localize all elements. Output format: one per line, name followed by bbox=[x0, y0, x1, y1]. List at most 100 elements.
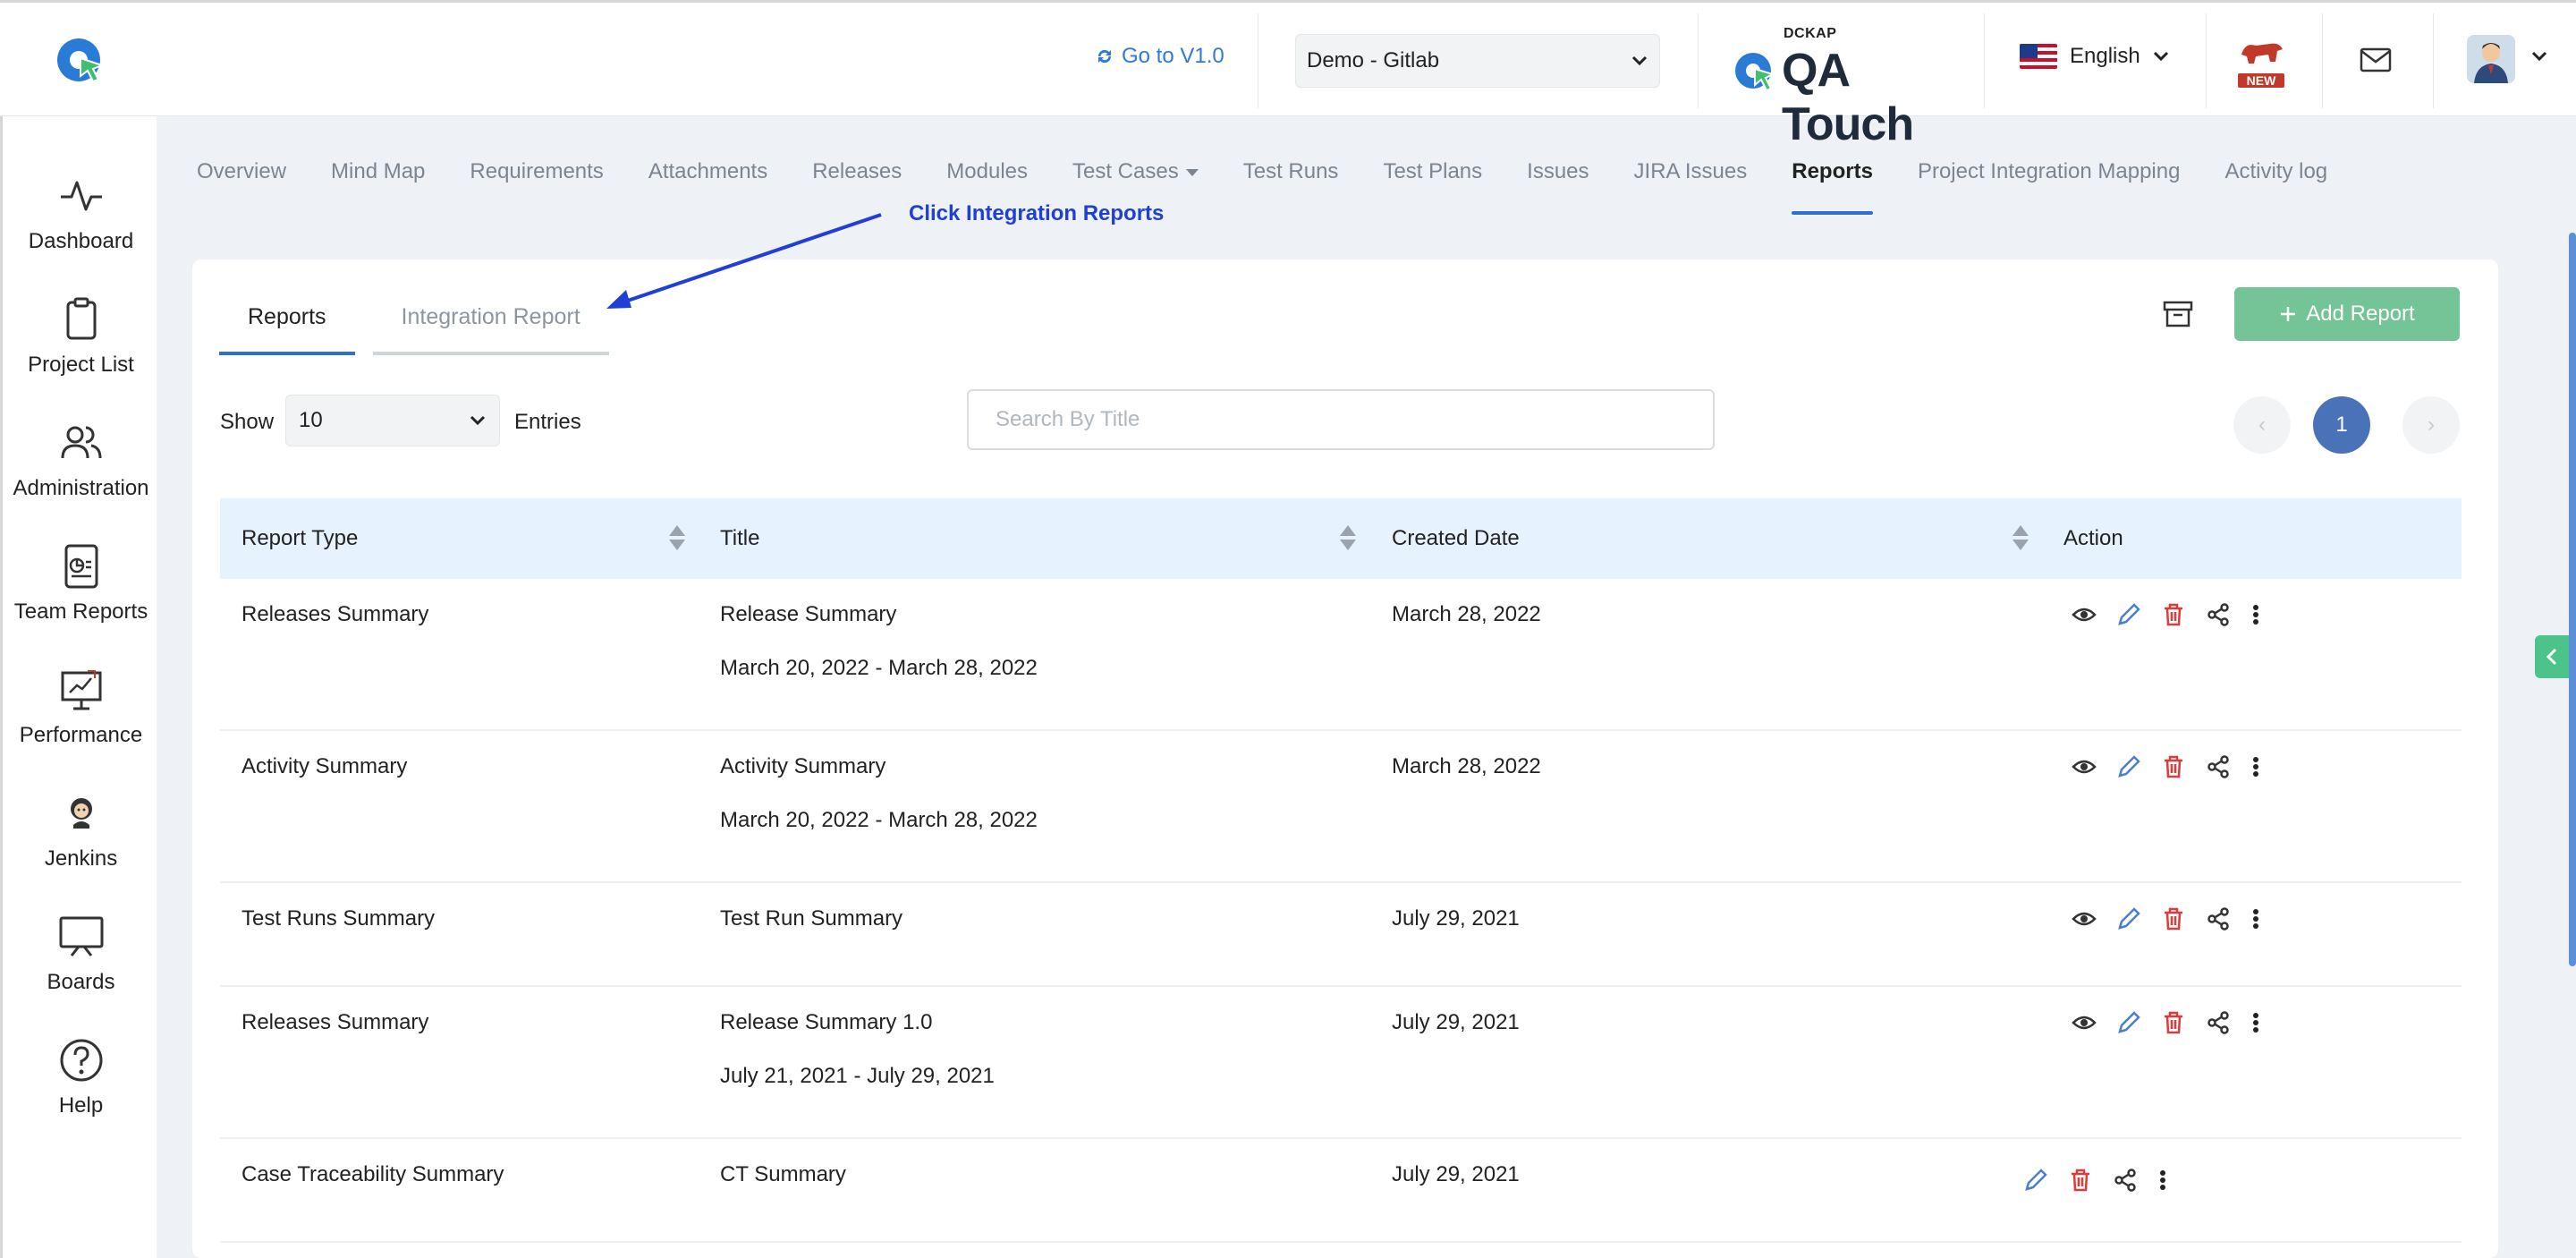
brand-mark-icon bbox=[1735, 53, 1775, 92]
tab-project-integration-mapping[interactable]: Project Integration Mapping bbox=[1918, 159, 2181, 199]
project-select-value: Demo - Gitlab bbox=[1307, 48, 1440, 72]
sort-icon[interactable] bbox=[1340, 525, 1356, 552]
whats-new-badge[interactable]: NEW bbox=[2238, 38, 2284, 88]
entries-select[interactable]: 10 bbox=[285, 395, 500, 446]
divider bbox=[2206, 13, 2207, 108]
mail-icon[interactable] bbox=[2360, 47, 2392, 72]
cell-report-type: Releases Summary bbox=[242, 1010, 429, 1034]
users-icon bbox=[61, 426, 101, 459]
divider bbox=[2322, 13, 2323, 108]
pagination-prev-button[interactable]: ‹ bbox=[2233, 396, 2291, 454]
goto-v1-link[interactable]: Go to V1.0 bbox=[1095, 44, 1224, 69]
archive-icon[interactable] bbox=[2160, 295, 2196, 331]
pagination-page-current[interactable]: 1 bbox=[2313, 396, 2370, 454]
tab-modules[interactable]: Modules bbox=[946, 159, 1028, 199]
cell-title[interactable]: Release Summary 1.0 bbox=[720, 996, 932, 1050]
edit-icon[interactable] bbox=[2116, 754, 2141, 779]
tab-attachments[interactable]: Attachments bbox=[648, 159, 767, 199]
language-select[interactable]: English bbox=[2020, 44, 2169, 69]
tab-overview[interactable]: Overview bbox=[197, 159, 286, 199]
qatouch-logo[interactable] bbox=[54, 33, 107, 87]
more-options-icon[interactable] bbox=[2157, 1168, 2168, 1193]
us-flag-icon bbox=[2020, 44, 2057, 69]
user-avatar[interactable] bbox=[2467, 35, 2515, 83]
subtab-reports[interactable]: Reports bbox=[219, 304, 355, 355]
cell-title[interactable]: Test Run Summary bbox=[720, 892, 902, 946]
chevron-down-icon bbox=[2153, 51, 2168, 62]
plus-icon bbox=[2281, 307, 2296, 321]
sidebar-item-dashboard[interactable]: Dashboard bbox=[3, 172, 159, 254]
sidebar-item-jenkins[interactable]: Jenkins bbox=[3, 789, 159, 871]
sidebar-item-label: Performance bbox=[19, 723, 143, 747]
view-icon[interactable] bbox=[2072, 602, 2097, 627]
tab-test-runs[interactable]: Test Runs bbox=[1243, 159, 1339, 199]
new-badge-text: NEW bbox=[2238, 73, 2284, 88]
more-options-icon[interactable] bbox=[2250, 1010, 2261, 1035]
cell-title[interactable]: Activity Summary bbox=[720, 740, 886, 794]
view-icon[interactable] bbox=[2072, 906, 2097, 931]
cell-title[interactable]: CT Summary bbox=[720, 1148, 846, 1202]
row-actions bbox=[2023, 1168, 2168, 1193]
brand-name: QA Touch bbox=[1782, 45, 1914, 150]
delete-icon[interactable] bbox=[2161, 754, 2186, 779]
sort-icon[interactable] bbox=[2012, 525, 2029, 552]
delete-icon[interactable] bbox=[2161, 906, 2186, 931]
edit-icon[interactable] bbox=[2116, 1010, 2141, 1035]
share-icon[interactable] bbox=[2113, 1168, 2138, 1193]
sidebar-item-performance[interactable]: Performance bbox=[3, 666, 159, 748]
cell-created-date: July 29, 2021 bbox=[1392, 1162, 1520, 1186]
more-options-icon[interactable] bbox=[2250, 906, 2261, 931]
user-photo-icon bbox=[2467, 35, 2515, 83]
project-select[interactable]: Demo - Gitlab bbox=[1295, 34, 1660, 88]
scrollbar[interactable] bbox=[2569, 233, 2576, 966]
tab-releases[interactable]: Releases bbox=[812, 159, 902, 199]
view-icon[interactable] bbox=[2072, 754, 2097, 779]
chevron-down-icon[interactable] bbox=[2531, 51, 2547, 62]
add-report-button[interactable]: Add Report bbox=[2234, 287, 2460, 341]
sidebar-item-administration[interactable]: Administration bbox=[3, 419, 159, 501]
view-icon[interactable] bbox=[2072, 1010, 2097, 1035]
language-label: English bbox=[2070, 44, 2140, 68]
share-icon[interactable] bbox=[2206, 906, 2231, 931]
jenkins-icon bbox=[70, 798, 92, 829]
collapse-panel-button[interactable] bbox=[2535, 635, 2569, 678]
share-icon[interactable] bbox=[2206, 754, 2231, 779]
tab-test-cases[interactable]: Test Cases bbox=[1072, 159, 1199, 199]
cell-report-type: Test Runs Summary bbox=[242, 906, 436, 931]
tab-activity-log[interactable]: Activity log bbox=[2224, 159, 2327, 199]
delete-icon[interactable] bbox=[2161, 1010, 2186, 1035]
share-icon[interactable] bbox=[2206, 602, 2231, 627]
sidebar-item-label: Help bbox=[58, 1093, 104, 1118]
column-header-created-date: Created Date bbox=[1392, 526, 1520, 550]
sort-icon[interactable] bbox=[669, 525, 685, 552]
table-row: Activity Summary Activity Summary March … bbox=[220, 731, 2462, 883]
more-options-icon[interactable] bbox=[2250, 754, 2261, 779]
entries-label: Entries bbox=[514, 410, 581, 434]
edit-icon[interactable] bbox=[2023, 1168, 2048, 1193]
tab-jira-issues[interactable]: JIRA Issues bbox=[1634, 159, 1748, 199]
edit-icon[interactable] bbox=[2116, 602, 2141, 627]
more-options-icon[interactable] bbox=[2250, 602, 2261, 627]
tab-requirements[interactable]: Requirements bbox=[470, 159, 603, 199]
tab-test-cases-label: Test Cases bbox=[1072, 159, 1179, 183]
clipboard-icon bbox=[66, 297, 96, 340]
goto-label: Go to V1.0 bbox=[1122, 44, 1224, 68]
subtab-integration-report[interactable]: Integration Report bbox=[372, 304, 609, 355]
chevron-left-icon bbox=[2546, 648, 2557, 666]
sidebar-item-team-reports[interactable]: Team Reports bbox=[3, 542, 159, 625]
edit-icon[interactable] bbox=[2116, 906, 2141, 931]
sidebar-item-boards[interactable]: Boards bbox=[3, 913, 159, 995]
search-input[interactable] bbox=[967, 389, 1715, 450]
pagination-next-button[interactable]: › bbox=[2402, 396, 2460, 454]
delete-icon[interactable] bbox=[2161, 602, 2186, 627]
tab-reports[interactable]: Reports bbox=[1792, 159, 1873, 215]
tab-issues[interactable]: Issues bbox=[1527, 159, 1589, 199]
sidebar-item-help[interactable]: Help bbox=[3, 1036, 159, 1118]
sidebar-item-project-list[interactable]: Project List bbox=[3, 295, 159, 378]
cell-title[interactable]: Release Summary bbox=[720, 588, 896, 642]
tab-mind-map[interactable]: Mind Map bbox=[331, 159, 425, 199]
share-icon[interactable] bbox=[2206, 1010, 2231, 1035]
delete-icon[interactable] bbox=[2068, 1168, 2093, 1193]
tab-test-plans[interactable]: Test Plans bbox=[1383, 159, 1482, 199]
column-header-action: Action bbox=[2063, 526, 2123, 550]
